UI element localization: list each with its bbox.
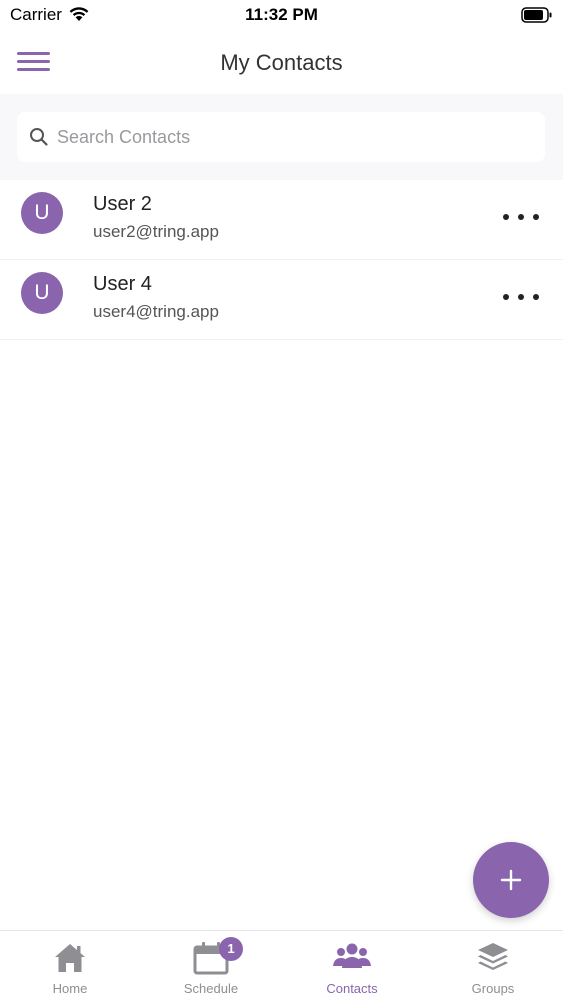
add-contact-button[interactable] bbox=[473, 842, 549, 918]
contact-email: user2@tring.app bbox=[93, 222, 219, 241]
layers-icon bbox=[476, 941, 510, 980]
contact-name: User 4 bbox=[93, 273, 152, 295]
status-bar: Carrier 11:32 PM bbox=[0, 0, 563, 30]
more-options-icon[interactable] bbox=[503, 286, 539, 306]
tab-label: Home bbox=[52, 981, 88, 996]
plus-icon bbox=[500, 869, 522, 891]
tab-contacts[interactable]: Contacts bbox=[282, 931, 422, 1000]
tab-label: Groups bbox=[471, 981, 515, 996]
tab-bar: Home 1 Schedule Contacts Groups bbox=[0, 930, 563, 1000]
tab-schedule[interactable]: 1 Schedule bbox=[141, 931, 281, 1000]
tab-label: Schedule bbox=[183, 981, 239, 996]
tab-groups[interactable]: Groups bbox=[423, 931, 563, 1000]
more-options-icon[interactable] bbox=[503, 206, 539, 226]
contact-row[interactable]: U User 4 user4@tring.app bbox=[0, 260, 563, 340]
contact-row[interactable]: U User 2 user2@tring.app bbox=[0, 180, 563, 260]
notification-badge: 1 bbox=[219, 937, 243, 961]
search-icon bbox=[29, 127, 49, 152]
people-icon bbox=[333, 941, 371, 976]
search-input[interactable] bbox=[57, 112, 537, 162]
contact-list: U User 2 user2@tring.app U User 4 user4@… bbox=[0, 180, 563, 340]
clock: 11:32 PM bbox=[245, 5, 318, 24]
contact-email: user4@tring.app bbox=[93, 302, 219, 321]
contact-name: User 2 bbox=[93, 193, 152, 215]
avatar: U bbox=[21, 272, 63, 314]
page-title: My Contacts bbox=[220, 50, 343, 75]
battery-icon bbox=[521, 7, 553, 28]
contacts-screen: Carrier 11:32 PM My Contacts Search Cont… bbox=[0, 0, 563, 1000]
search-box[interactable] bbox=[17, 112, 545, 162]
tab-label: Contacts bbox=[326, 981, 378, 996]
search-area bbox=[0, 94, 563, 180]
tab-home[interactable]: Home bbox=[0, 931, 140, 1000]
home-icon bbox=[53, 941, 87, 980]
avatar: U bbox=[21, 192, 63, 234]
app-header: My Contacts bbox=[0, 30, 563, 94]
